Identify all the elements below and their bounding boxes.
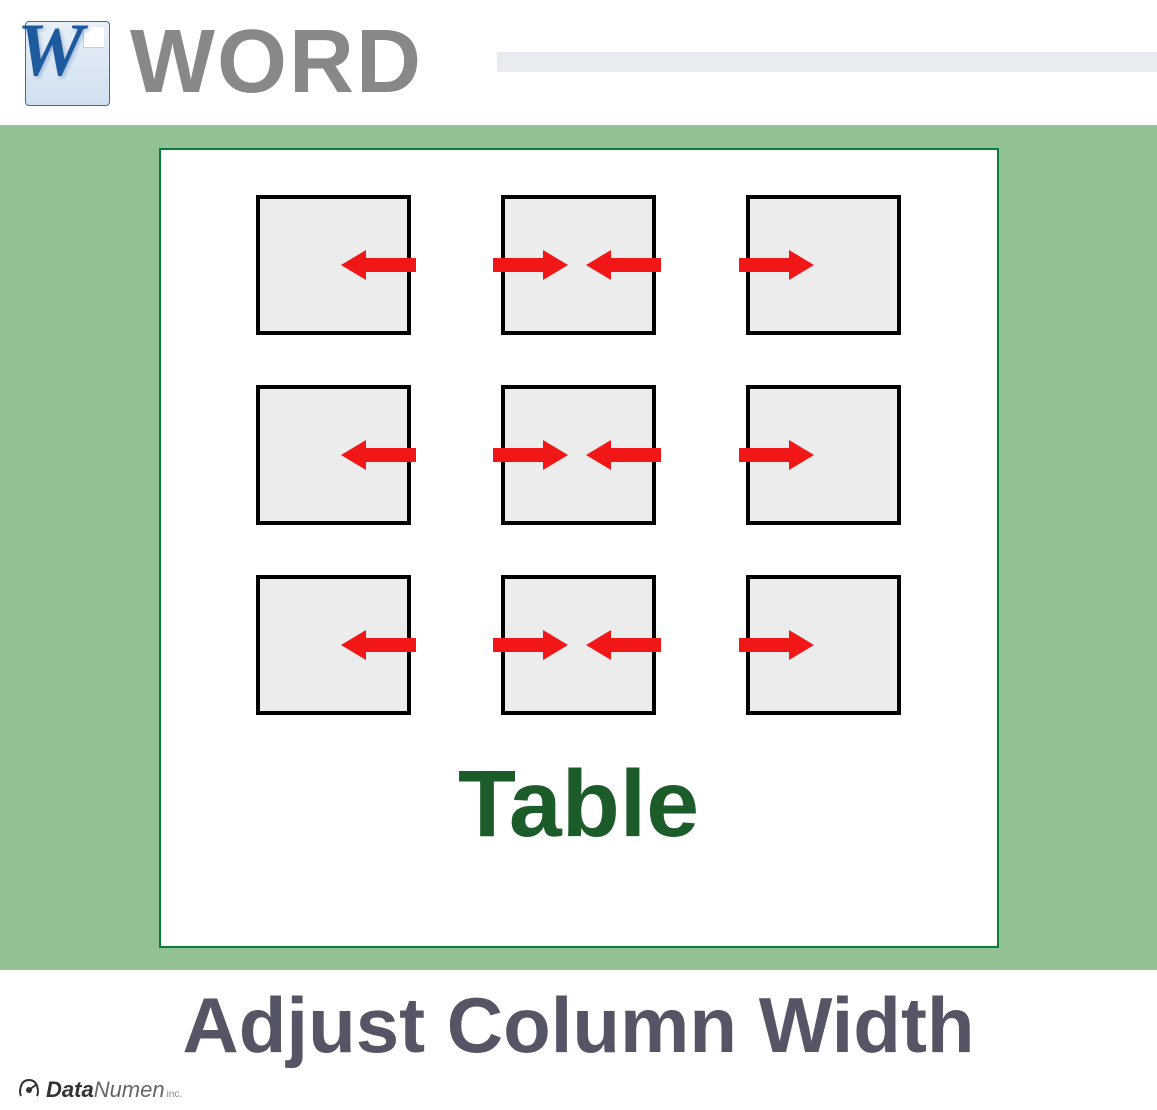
table-row (211, 385, 946, 525)
content-area: Table (0, 125, 1157, 970)
header-decoration-bar (497, 52, 1157, 72)
arrow-right-icon (493, 250, 568, 280)
table-grid (211, 195, 946, 715)
arrow-right-icon (739, 250, 814, 280)
table-label: Table (458, 750, 699, 859)
arrow-left-icon (341, 440, 416, 470)
arrow-right-icon (739, 630, 814, 660)
arrow-left-icon (586, 250, 661, 280)
arrow-left-icon (341, 630, 416, 660)
table-row (211, 195, 946, 335)
arrow-left-icon (341, 250, 416, 280)
brand-name: DataNumeninc. (46, 1077, 182, 1103)
table-row (211, 575, 946, 715)
brand-icon (15, 1076, 43, 1104)
bottom-caption: Adjust Column Width (0, 970, 1157, 1071)
arrow-left-icon (586, 630, 661, 660)
arrow-right-icon (493, 630, 568, 660)
table-diagram-panel: Table (159, 148, 999, 948)
word-app-icon: W (15, 13, 115, 113)
brand-logo: DataNumeninc. (0, 1076, 1157, 1104)
header: W WORD (0, 0, 1157, 125)
arrow-right-icon (739, 440, 814, 470)
app-title: WORD (130, 11, 423, 114)
arrow-right-icon (493, 440, 568, 470)
arrow-left-icon (586, 440, 661, 470)
